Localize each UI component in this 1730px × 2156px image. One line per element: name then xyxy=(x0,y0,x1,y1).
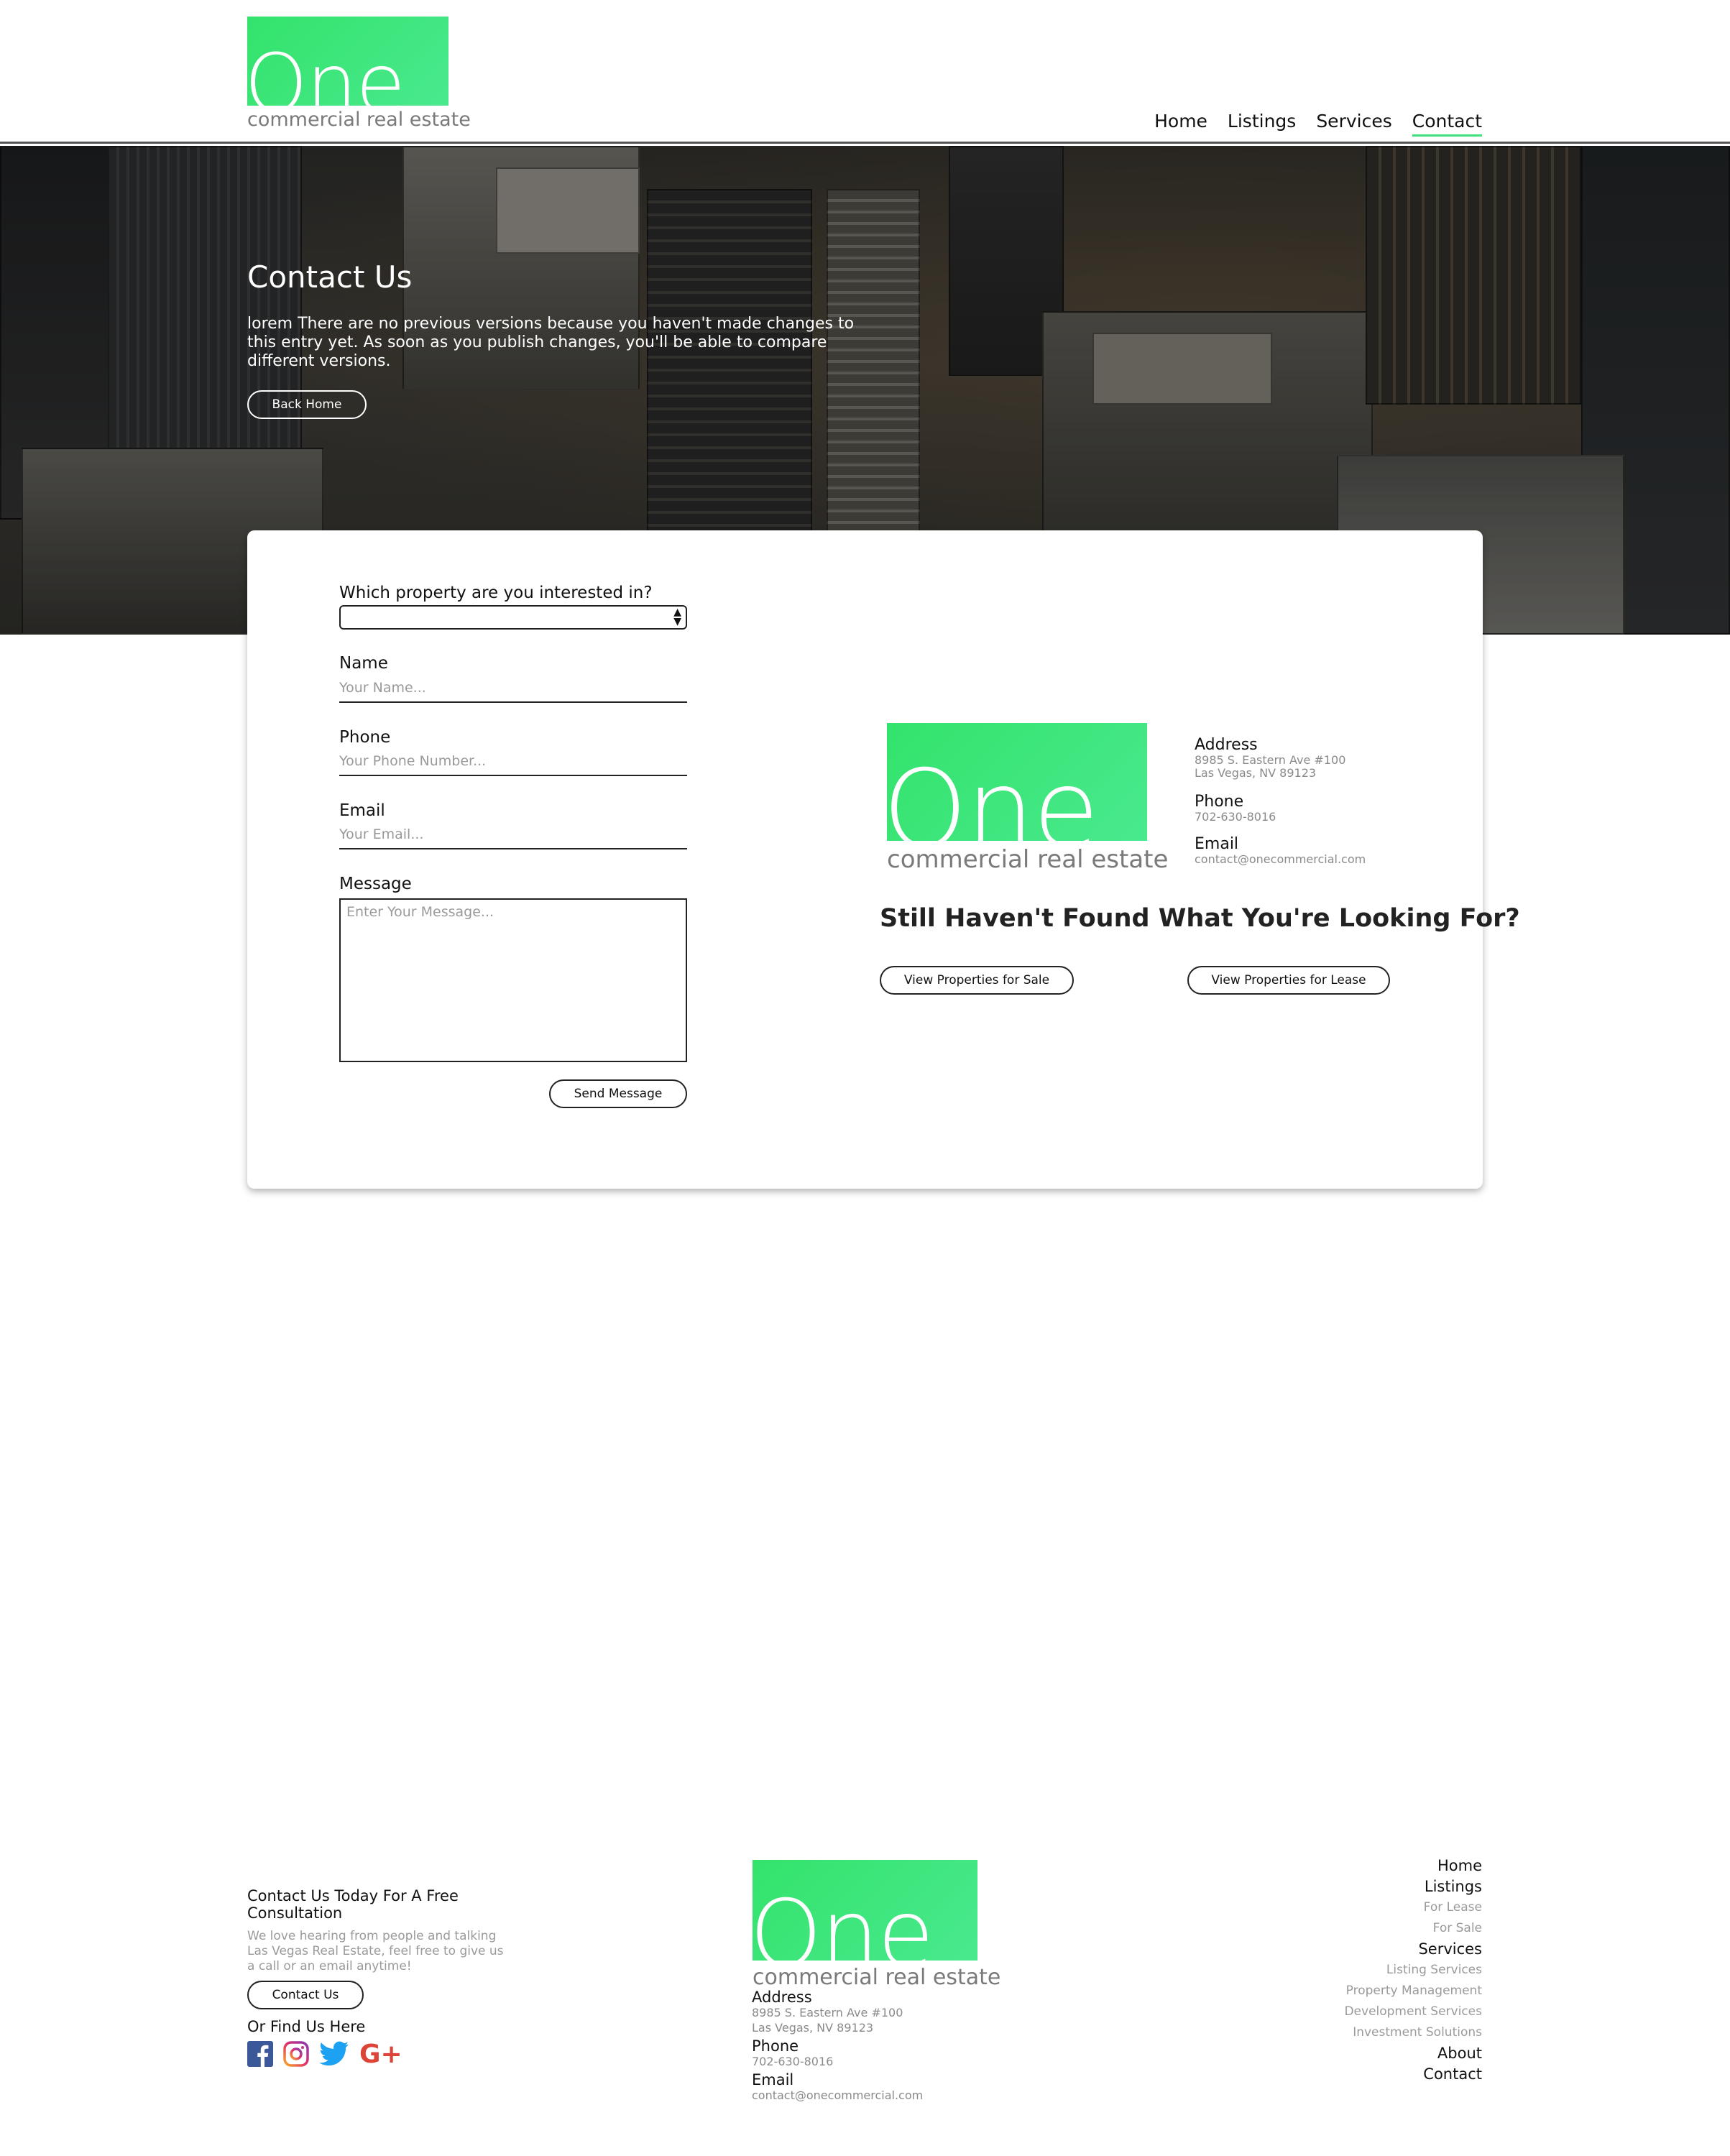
main-nav: Home Listings Services Contact xyxy=(1154,111,1482,137)
message-label: Message xyxy=(339,875,412,893)
email-value[interactable]: contact@onecommercial.com xyxy=(1195,853,1410,866)
address-line1: 8985 S. Eastern Ave #100 xyxy=(1195,753,1346,767)
footer-link-for-sale[interactable]: For Sale xyxy=(1295,1918,1482,1939)
footer-logo[interactable]: One commercial real estate xyxy=(753,1860,1000,1992)
footer-link-property-management[interactable]: Property Management xyxy=(1295,1981,1482,2001)
footer-link-for-lease[interactable]: For Lease xyxy=(1295,1897,1482,1918)
footer-link-home[interactable]: Home xyxy=(1295,1856,1482,1876)
view-sale-button[interactable]: View Properties for Sale xyxy=(880,966,1074,995)
logo-tagline: commercial real estate xyxy=(887,845,1169,874)
logo-word: One xyxy=(887,747,1099,841)
contact-us-button[interactable]: Contact Us xyxy=(247,1981,364,2009)
hero-description: lorem There are no previous versions bec… xyxy=(247,315,855,370)
logo-mark: One xyxy=(753,1860,977,1961)
footer-nav: Home Listings For Lease For Sale Service… xyxy=(1295,1856,1482,2085)
address-line1: 8985 S. Eastern Ave #100 xyxy=(752,2006,903,2019)
svg-text:G+: G+ xyxy=(359,2041,401,2067)
phone-label: Phone xyxy=(752,2037,799,2055)
footer-heading: Contact Us Today For A Free Consultation xyxy=(247,1887,459,1922)
footer-contact: Contact Us Today For A Free Consultation… xyxy=(247,1887,506,2067)
select-arrows-icon: ▲ ▼ xyxy=(673,607,681,627)
footer-contact-info: Address 8985 S. Eastern Ave #100 Las Veg… xyxy=(752,1989,982,2103)
name-label: Name xyxy=(339,654,388,673)
nav-services[interactable]: Services xyxy=(1316,111,1391,137)
address-line2: Las Vegas, NV 89123 xyxy=(1195,766,1317,780)
card-logo: One commercial real estate xyxy=(887,723,1168,874)
property-label: Which property are you interested in? xyxy=(339,584,653,602)
footer-link-listing-services[interactable]: Listing Services xyxy=(1295,1960,1482,1981)
site-header: One commercial real estate Home Listings… xyxy=(0,0,1730,144)
name-input[interactable]: Your Name... xyxy=(339,677,687,703)
footer-link-investment-solutions[interactable]: Investment Solutions xyxy=(1295,2022,1482,2043)
view-lease-button[interactable]: View Properties for Lease xyxy=(1187,966,1390,995)
address-label: Address xyxy=(1195,736,1258,754)
logo-tagline: commercial real estate xyxy=(247,109,471,131)
footer-link-development-services[interactable]: Development Services xyxy=(1295,2001,1482,2022)
logo-word: One xyxy=(753,1881,934,1961)
facebook-icon[interactable] xyxy=(247,2041,273,2067)
instagram-icon[interactable] xyxy=(283,2041,309,2067)
logo-word: One xyxy=(247,37,405,106)
cta-heading: Still Haven't Found What You're Looking … xyxy=(880,904,1520,933)
twitter-icon[interactable] xyxy=(319,2041,349,2067)
phone-label: Phone xyxy=(1195,793,1244,811)
nav-home[interactable]: Home xyxy=(1154,111,1207,137)
email-label: Email xyxy=(339,801,385,820)
back-home-button[interactable]: Back Home xyxy=(247,390,367,419)
logo-mark: One xyxy=(247,17,448,106)
nav-contact[interactable]: Contact xyxy=(1412,111,1482,137)
contact-card: Which property are you interested in? ▲ ▼… xyxy=(247,530,1520,1189)
social-links: G+ xyxy=(247,2041,401,2067)
email-label: Email xyxy=(752,2071,794,2088)
contact-info: Address 8985 S. Eastern Ave #100 Las Veg… xyxy=(1195,736,1410,866)
logo-tagline: commercial real estate xyxy=(753,1965,1001,1990)
phone-value[interactable]: 702-630-8016 xyxy=(1195,811,1410,824)
footer-description: We love hearing from people and talking … xyxy=(247,1929,504,1973)
logo[interactable]: One commercial real estate xyxy=(247,17,471,135)
footer-link-listings[interactable]: Listings xyxy=(1295,1876,1482,1897)
phone-input[interactable]: Your Phone Number... xyxy=(339,750,687,776)
footer-link-about[interactable]: About xyxy=(1295,2043,1482,2064)
message-textarea[interactable]: Enter Your Message... xyxy=(339,898,687,1062)
email-label: Email xyxy=(1195,835,1239,853)
footer-link-contact[interactable]: Contact xyxy=(1295,2064,1482,2085)
address-label: Address xyxy=(752,1989,812,2006)
email-input[interactable]: Your Email... xyxy=(339,824,687,849)
logo-mark: One xyxy=(887,723,1147,841)
hero-title: Contact Us xyxy=(247,259,413,295)
property-select[interactable]: ▲ ▼ xyxy=(339,605,687,630)
google-plus-icon[interactable]: G+ xyxy=(359,2041,401,2067)
send-message-button[interactable]: Send Message xyxy=(549,1079,687,1108)
email-value[interactable]: contact@onecommercial.com xyxy=(752,2088,982,2103)
address-line2: Las Vegas, NV 89123 xyxy=(752,2021,874,2035)
find-us-label: Or Find Us Here xyxy=(247,2018,366,2035)
nav-listings[interactable]: Listings xyxy=(1228,111,1296,137)
phone-label: Phone xyxy=(339,728,391,747)
footer-link-services[interactable]: Services xyxy=(1295,1939,1482,1960)
phone-value[interactable]: 702-630-8016 xyxy=(752,2054,982,2069)
